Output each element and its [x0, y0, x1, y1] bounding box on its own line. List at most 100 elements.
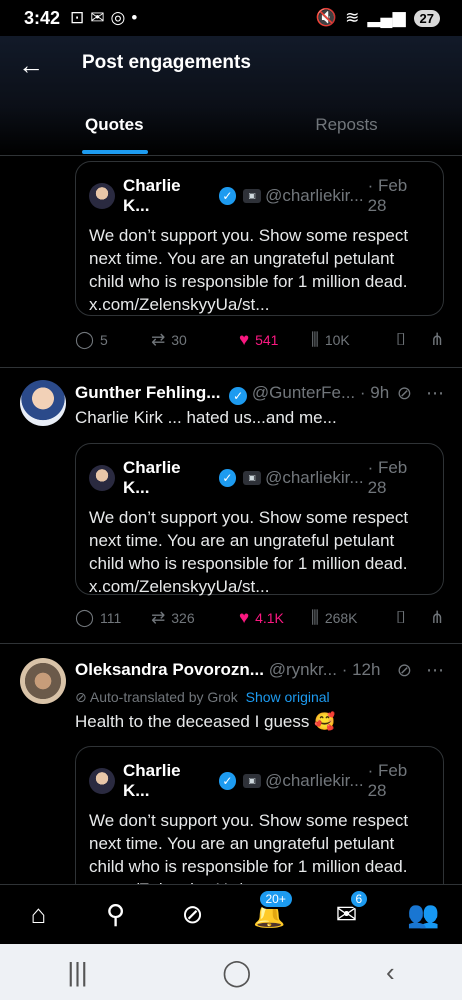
quoted-post-date: · Feb 28	[367, 458, 408, 497]
quoted-avatar	[89, 465, 115, 491]
home-icon: ⌂	[30, 899, 47, 929]
tab-reposts[interactable]: Reposts	[231, 108, 462, 156]
author-name[interactable]: Gunther Fehling...	[75, 383, 220, 402]
quoted-avatar	[89, 768, 115, 794]
mail-icon: ✉	[90, 8, 105, 27]
mute-icon: 🔇	[315, 8, 338, 27]
bookmark-icon: ⌷	[396, 330, 407, 349]
verified-badge-icon: ✓	[218, 187, 237, 205]
author-name[interactable]: Oleksandra Povorozn...	[75, 660, 264, 679]
quoted-avatar	[89, 183, 115, 209]
quoted-post-date: · Feb 28	[367, 761, 408, 800]
post-item[interactable]: Gunther Fehling... ✓ @GunterFe... · 9h ⊘…	[0, 368, 462, 644]
people-icon: 👥	[407, 899, 440, 929]
nav-communities[interactable]: 👥	[404, 895, 444, 935]
verified-badge-icon: ✓	[218, 772, 237, 790]
back-chevron-icon[interactable]: ‹	[386, 957, 395, 988]
recent-apps-icon[interactable]: |||	[67, 957, 87, 988]
status-dot: •	[131, 8, 138, 27]
grok-icon: ⊘	[181, 899, 204, 929]
bottom-nav: ⌂ ⚲ ⊘ 🔔 20+ ✉ 6 👥	[0, 884, 462, 944]
grok-icon[interactable]: ⊘	[397, 660, 412, 681]
repost-icon: ⇄	[151, 330, 166, 349]
post-actions: ◯ 111 ⇄ 326 ♥ 4.1K ⫼ 268K ⌷ ⋔	[75, 608, 445, 628]
post-actions: ◯ 5 ⇄ 30 ♥ 541 ⫼ 10K ⌷ ⋔	[75, 330, 445, 350]
reply-button[interactable]: ◯ 5	[75, 330, 151, 350]
more-options-icon[interactable]: ⋯	[426, 383, 444, 404]
grok-icon[interactable]: ⊘	[397, 383, 412, 404]
screenshot-icon: ⊡	[70, 8, 85, 27]
nav-notifications[interactable]: 🔔 20+	[250, 888, 294, 935]
back-arrow-icon[interactable]: ←	[18, 50, 44, 81]
avatar[interactable]	[20, 658, 66, 704]
author-handle: @rynkr...	[268, 660, 337, 679]
quoted-author-handle: @charliekir...	[265, 186, 364, 205]
verified-badge-icon: ✓	[229, 387, 248, 405]
verified-badge-icon: ✓	[218, 469, 237, 487]
like-button[interactable]: ♥ 541	[239, 330, 311, 350]
notifications-badge: 20+	[257, 888, 294, 909]
views-icon: ⫼	[311, 330, 319, 349]
heart-icon: ♥	[239, 330, 250, 349]
nav-home[interactable]: ⌂	[19, 895, 59, 935]
more-options-icon[interactable]: ⋯	[426, 660, 444, 681]
affiliate-badge-icon: ▣	[243, 189, 262, 203]
page-title: Post engagements	[82, 52, 251, 73]
quoted-post-date: · Feb 28	[367, 176, 408, 215]
quoted-post[interactable]: Charlie K... ✓ ▣ @charliekir... · Feb 28…	[75, 443, 444, 596]
share-button[interactable]: ⋔	[430, 330, 444, 350]
search-icon: ⚲	[105, 899, 126, 929]
reply-icon: ◯	[75, 608, 95, 627]
bookmark-icon: ⌷	[396, 608, 407, 627]
repost-button[interactable]: ⇄ 30	[151, 330, 239, 350]
quoted-post-text: We don’t support you. Show some respect …	[89, 226, 409, 314]
quoted-author-handle: @charliekir...	[265, 468, 364, 487]
page-header: ← Post engagements Quotes Reposts	[0, 36, 462, 156]
nav-messages[interactable]: ✉ 6	[327, 888, 370, 935]
quoted-post[interactable]: Charlie K... ✓ ▣ @charliekir... · Feb 28…	[75, 746, 444, 906]
tab-reposts-label: Reposts	[315, 115, 378, 134]
share-icon: ⋔	[430, 330, 445, 349]
battery-indicator: 27	[413, 9, 440, 27]
post-text: Charlie Kirk ... hated us...and me...	[75, 408, 337, 427]
reply-icon: ◯	[75, 330, 95, 349]
nav-search[interactable]: ⚲	[96, 895, 136, 935]
nav-grok[interactable]: ⊘	[173, 895, 213, 935]
heart-icon: ♥	[239, 608, 250, 627]
avatar[interactable]	[20, 380, 66, 426]
instagram-icon: ◎	[110, 8, 126, 27]
bookmark-button[interactable]: ⌷	[396, 608, 430, 628]
system-nav-bar: ||| ◯ ‹	[0, 944, 462, 1000]
affiliate-badge-icon: ▣	[243, 774, 262, 788]
author-handle: @GunterFe...	[251, 383, 356, 402]
quoted-post[interactable]: Charlie K... ✓ ▣ @charliekir... · Feb 28…	[75, 161, 444, 316]
messages-badge: 6	[348, 888, 370, 909]
post-item[interactable]: Oleksandra Povorozn... @rynkr... · 12h ⊘…	[0, 644, 462, 906]
tab-bar: Quotes Reposts	[0, 108, 462, 156]
signal-icon: ▂▄▆	[367, 8, 406, 27]
post-text: Health to the deceased I guess 🥰	[75, 712, 336, 731]
tab-quotes-label: Quotes	[85, 115, 144, 134]
quoted-author-handle: @charliekir...	[265, 771, 364, 790]
views-button[interactable]: ⫼ 10K	[311, 330, 396, 350]
post-item[interactable]: Charlie K... ✓ ▣ @charliekir... · Feb 28…	[0, 157, 462, 368]
show-original-link[interactable]: Show original	[246, 689, 330, 705]
like-button[interactable]: ♥ 4.1K	[239, 608, 311, 628]
auto-translated-label: Auto-translated by Grok	[89, 689, 238, 705]
quoted-author-name: Charlie K...	[123, 458, 181, 497]
quoted-author-name: Charlie K...	[123, 761, 181, 800]
status-time: 3:42	[24, 7, 61, 28]
quoted-post-text: We don’t support you. Show some respect …	[89, 508, 409, 596]
share-button[interactable]: ⋔	[430, 608, 444, 628]
bookmark-button[interactable]: ⌷	[396, 330, 430, 350]
post-time: · 9h	[359, 383, 390, 402]
views-icon: ⫼	[311, 608, 319, 627]
quoted-author-name: Charlie K...	[123, 176, 181, 215]
home-circle-icon[interactable]: ◯	[222, 957, 251, 988]
active-tab-indicator	[82, 150, 148, 154]
repost-button[interactable]: ⇄ 326	[151, 608, 239, 628]
tab-quotes[interactable]: Quotes	[0, 108, 231, 156]
reply-button[interactable]: ◯ 111	[75, 608, 151, 628]
views-button[interactable]: ⫼ 268K	[311, 608, 396, 628]
status-bar: 3:42 ⊡ ✉ ◎ • 🔇 ≋ ▂▄▆ 27	[0, 0, 462, 36]
